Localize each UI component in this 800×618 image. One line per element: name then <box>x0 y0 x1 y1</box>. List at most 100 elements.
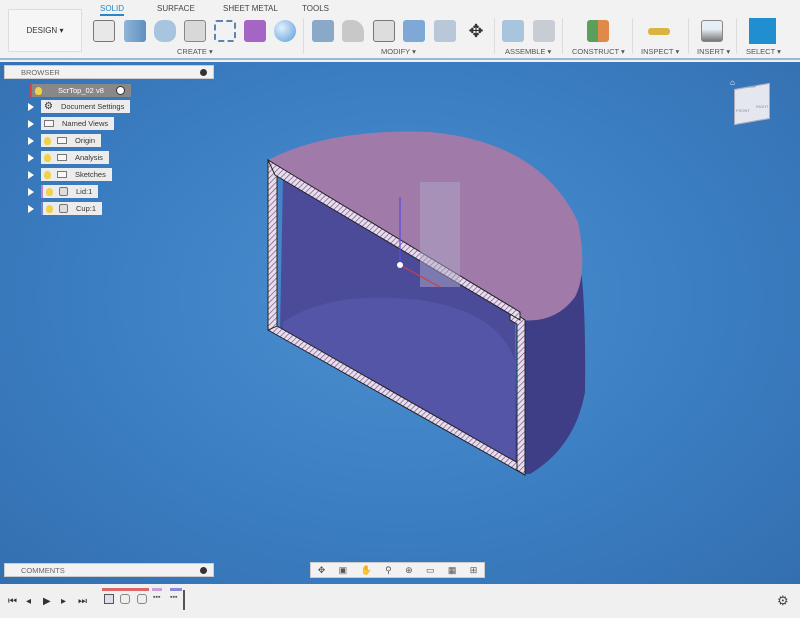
timeline-group-bar <box>170 588 182 591</box>
workspace-switcher[interactable]: DESIGN ▾ <box>8 9 82 52</box>
select-icon[interactable] <box>749 18 776 44</box>
joint-icon[interactable] <box>533 20 555 42</box>
select-menu[interactable]: SELECT ▾ <box>746 47 781 56</box>
toolbar: DESIGN ▾ SOLID SURFACE SHEET METAL TOOLS… <box>0 0 800 60</box>
visibility-bulb-icon[interactable] <box>44 153 51 162</box>
origin-point <box>397 262 403 268</box>
visibility-bulb-icon[interactable] <box>44 136 51 145</box>
tree-item-sketches[interactable]: Sketches <box>41 168 112 181</box>
timeline-marker[interactable] <box>183 590 185 610</box>
step-forward-icon[interactable]: ▸ <box>61 596 66 607</box>
timeline-sketch-feature[interactable] <box>104 594 114 604</box>
combine-icon[interactable] <box>403 20 425 42</box>
expand-arrow-icon[interactable] <box>28 188 34 196</box>
inspect-menu[interactable]: INSPECT ▾ <box>641 47 679 56</box>
hole-icon[interactable] <box>184 20 206 42</box>
step-back-icon[interactable]: ◂ <box>26 596 31 607</box>
add-comment-icon[interactable] <box>200 567 207 574</box>
orbit-icon[interactable]: ✥ <box>318 565 326 576</box>
assemble-menu[interactable]: ASSEMBLE ▾ <box>505 47 551 56</box>
folder-icon <box>57 171 67 178</box>
timeline-body-feature[interactable] <box>137 594 147 604</box>
view-cube[interactable]: TOP FRONT RIGHT ⌂ <box>728 78 778 138</box>
cube-top-label: TOP <box>748 84 757 89</box>
comments-header[interactable]: COMMENTS <box>4 563 214 577</box>
new-component-icon[interactable] <box>502 20 524 42</box>
model-view[interactable] <box>0 62 800 584</box>
cube-right-label: RIGHT <box>756 104 769 109</box>
tree-item-origin[interactable]: Origin <box>41 134 102 147</box>
measure-icon[interactable] <box>648 28 670 35</box>
canvas-viewport[interactable]: BROWSER ScrTop_02 v8 ⚙ Document Settings … <box>0 62 800 584</box>
visibility-bulb-icon[interactable] <box>46 204 53 213</box>
browser-root[interactable]: ScrTop_02 v8 <box>30 84 131 97</box>
go-to-end-icon[interactable]: ⏭ <box>78 596 87 607</box>
tree-item-document-settings[interactable]: ⚙ Document Settings <box>41 100 131 113</box>
tree-item-analysis[interactable]: Analysis <box>41 151 109 164</box>
insert-menu[interactable]: INSERT ▾ <box>697 47 730 56</box>
gear-icon: ⚙ <box>44 101 53 112</box>
look-at-icon[interactable]: ▣ <box>339 565 348 576</box>
fillet-icon[interactable] <box>342 20 364 42</box>
zoom-icon[interactable]: ⚲ <box>385 565 392 576</box>
expand-arrow-icon[interactable] <box>28 205 34 213</box>
origin-plane <box>420 182 460 287</box>
tree-item-named-views[interactable]: Named Views <box>41 117 115 130</box>
go-to-start-icon[interactable]: ⏮ <box>8 596 17 607</box>
visibility-bulb-icon[interactable] <box>44 170 51 179</box>
pan-icon[interactable]: ✋ <box>361 565 372 576</box>
press-pull-icon[interactable] <box>312 20 334 42</box>
pin-icon[interactable] <box>200 69 207 76</box>
split-face-icon[interactable] <box>434 20 456 42</box>
timeline-component-feature[interactable]: ▪▪▪ <box>153 594 160 601</box>
shell-icon[interactable] <box>373 20 395 42</box>
modify-menu[interactable]: MODIFY ▾ <box>381 47 416 56</box>
expand-arrow-icon[interactable] <box>28 137 34 145</box>
expand-arrow-icon[interactable] <box>28 154 34 162</box>
viewports-icon[interactable]: ⊞ <box>470 565 478 576</box>
pattern-icon[interactable] <box>214 20 236 42</box>
browser-header[interactable]: BROWSER <box>4 65 214 79</box>
tab-surface[interactable]: SURFACE <box>157 4 195 13</box>
tab-tools[interactable]: TOOLS <box>302 4 329 13</box>
form-icon[interactable] <box>244 20 266 42</box>
divider <box>494 18 495 54</box>
sphere-icon[interactable] <box>274 20 296 42</box>
expand-arrow-icon[interactable] <box>28 120 34 128</box>
insert-image-icon[interactable] <box>701 20 723 42</box>
fit-icon[interactable]: ⊕ <box>405 565 413 576</box>
divider <box>562 18 563 54</box>
tab-sheet-metal[interactable]: SHEET METAL <box>223 4 278 13</box>
timeline-group-bar <box>102 588 149 591</box>
divider <box>303 18 304 54</box>
inner-floor <box>283 297 515 462</box>
folder-icon <box>57 154 67 161</box>
extrude-icon[interactable] <box>124 20 146 42</box>
expand-arrow-icon[interactable] <box>28 103 34 111</box>
play-icon[interactable]: ▶ <box>43 596 51 607</box>
tree-item-lid[interactable]: Lid:1 <box>41 185 99 198</box>
body-icon <box>59 187 68 196</box>
tab-solid[interactable]: SOLID <box>100 4 125 16</box>
construct-plane-icon[interactable] <box>587 20 609 42</box>
timeline-settings-gear-icon[interactable]: ⚙ <box>777 593 789 609</box>
visibility-bulb-icon[interactable] <box>46 187 53 196</box>
home-icon[interactable]: ⌂ <box>730 78 735 87</box>
folder-icon <box>44 120 54 127</box>
display-settings-icon[interactable]: ▭ <box>426 565 435 576</box>
create-menu[interactable]: CREATE ▾ <box>177 47 213 56</box>
folder-icon <box>57 137 67 144</box>
revolve-icon[interactable] <box>154 20 176 42</box>
tree-item-cup[interactable]: Cup:1 <box>41 202 103 215</box>
timeline-group-bar <box>152 588 162 591</box>
visibility-bulb-icon[interactable] <box>35 86 42 95</box>
create-sketch-icon[interactable] <box>93 20 115 42</box>
timeline-component-feature[interactable]: ▪▪▪ <box>170 594 177 601</box>
activate-icon[interactable] <box>115 86 125 95</box>
move-icon[interactable]: ✥ <box>465 20 487 42</box>
expand-arrow-icon[interactable] <box>28 171 34 179</box>
construct-menu[interactable]: CONSTRUCT ▾ <box>572 47 625 56</box>
timeline-body-feature[interactable] <box>120 594 130 604</box>
body-icon <box>59 204 68 213</box>
grid-icon[interactable]: ▦ <box>448 565 457 576</box>
